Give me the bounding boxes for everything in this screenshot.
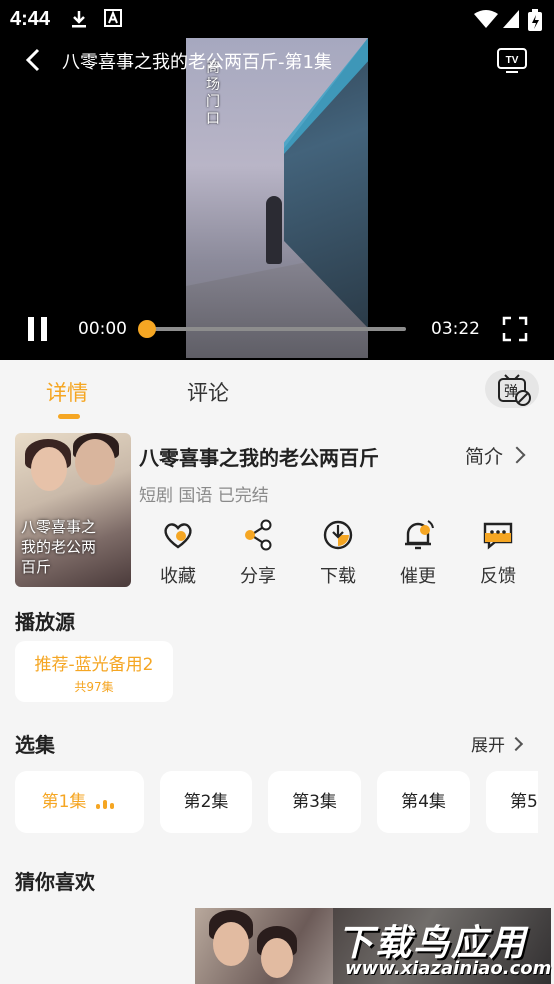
video-person: [266, 196, 282, 264]
remind-update-label: 催更: [400, 566, 436, 587]
progress-knob[interactable]: [138, 320, 156, 338]
playing-indicator-icon: [96, 773, 117, 833]
episode-label: 第1集: [41, 792, 87, 812]
feedback-label: 反馈: [480, 566, 516, 587]
episode-label: 第2集: [183, 792, 229, 812]
tv-cast-icon[interactable]: TV: [496, 46, 528, 74]
drama-title: 八零喜事之我的老公两百斤: [139, 446, 379, 470]
player-controls: 00:00 03:22: [0, 310, 554, 350]
chevron-right-icon: [508, 446, 526, 464]
favorite-button[interactable]: 收藏: [148, 518, 208, 588]
site-watermark: 下载鸟应用 www.xiazainiao.com: [333, 908, 551, 984]
video-player[interactable]: 商场门口 4:44 八零喜事之我的老公两百斤-第1集 TV 00:00 03:2…: [0, 0, 554, 360]
episode-item[interactable]: 第5: [486, 771, 538, 833]
player-title-bar: 八零喜事之我的老公两百斤-第1集 TV: [0, 42, 554, 78]
expand-label: 展开: [471, 736, 505, 756]
poster-figure: [31, 447, 67, 491]
thumbnail-figure: [261, 938, 293, 978]
active-tab-indicator: [58, 414, 80, 419]
recommend-title: 猜你喜欢: [15, 870, 95, 894]
back-arrow-icon[interactable]: [22, 48, 46, 72]
play-source-count: 共97集: [74, 680, 114, 694]
current-time: 00:00: [78, 319, 127, 339]
drama-poster[interactable]: 八零喜事之我的老公两百斤: [15, 433, 131, 587]
battery-icon: [528, 9, 542, 31]
share-button[interactable]: 分享: [228, 518, 288, 588]
episode-item[interactable]: 第4集: [377, 771, 470, 833]
download-label: 下载: [320, 566, 356, 587]
play-source-title: 播放源: [15, 610, 75, 634]
thumbnail-figure: [213, 922, 249, 966]
episodes-title: 选集: [15, 733, 55, 757]
signal-icon: [503, 10, 519, 28]
status-time: 4:44: [10, 8, 51, 30]
download-button[interactable]: 下载: [308, 518, 368, 588]
wifi-icon: [474, 10, 498, 28]
expand-episodes-link[interactable]: 展开: [471, 731, 524, 756]
episode-label: 第5: [510, 792, 538, 812]
play-source-name: 推荐-蓝光备用2: [34, 655, 154, 675]
favorite-label: 收藏: [160, 566, 196, 587]
total-time: 03:22: [431, 319, 480, 339]
share-label: 分享: [240, 566, 276, 587]
chevron-right-icon: [508, 736, 524, 752]
episode-item[interactable]: 第2集: [160, 771, 252, 833]
episode-item[interactable]: 第3集: [268, 771, 361, 833]
bell-icon: [405, 520, 434, 550]
danmaku-icon: 弹: [498, 374, 531, 406]
poster-title: 八零喜事之我的老公两百斤: [21, 518, 97, 576]
intro-label: 简介: [465, 446, 504, 468]
episode-item[interactable]: 第1集: [15, 771, 144, 833]
tab-bar: 详情 评论 弹: [0, 360, 554, 420]
svg-text:TV: TV: [506, 55, 519, 66]
download-status-icon: [72, 11, 86, 28]
fullscreen-icon[interactable]: [502, 316, 528, 342]
progress-track[interactable]: [148, 327, 406, 331]
drama-meta: 短剧 国语 已完结: [139, 486, 269, 506]
share-icon: [245, 519, 272, 551]
status-bar: 4:44: [0, 0, 554, 38]
episode-list: 第1集 第2集 第3集 第4集 第5: [0, 771, 538, 833]
episode-label: 第4集: [401, 792, 446, 812]
feedback-icon: [483, 522, 513, 550]
font-status-icon: [104, 9, 122, 27]
poster-figure: [75, 439, 115, 485]
watermark-url: www.xiazainiao.com: [345, 958, 552, 979]
remind-update-button[interactable]: 催更: [388, 518, 448, 588]
play-source-card[interactable]: 推荐-蓝光备用2 共97集: [15, 641, 173, 702]
intro-link[interactable]: 简介: [465, 442, 526, 469]
danmaku-toggle-button[interactable]: 弹: [485, 370, 539, 408]
download-icon: [323, 520, 353, 550]
tab-details[interactable]: 详情: [46, 377, 88, 407]
feedback-button[interactable]: 反馈: [468, 518, 528, 588]
tab-comments[interactable]: 评论: [187, 377, 229, 407]
episode-label: 第3集: [292, 792, 337, 812]
pause-icon[interactable]: [26, 317, 50, 341]
heart-icon: [164, 523, 192, 549]
video-title: 八零喜事之我的老公两百斤-第1集: [62, 52, 332, 73]
